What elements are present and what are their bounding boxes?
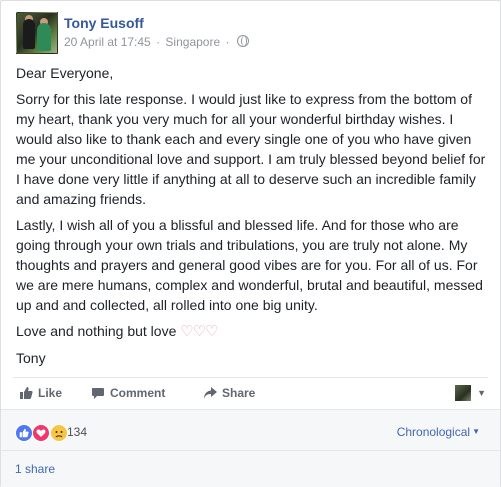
comment-button[interactable]: Comment bbox=[91, 384, 165, 402]
author-avatar[interactable] bbox=[16, 12, 58, 54]
comment-label: Comment bbox=[110, 386, 166, 400]
reaction-icons[interactable] bbox=[15, 424, 68, 442]
post-closing-line: Love and nothing but love ♡♡♡ bbox=[16, 321, 488, 342]
sort-label: Chronological bbox=[396, 425, 471, 439]
author-name[interactable]: Tony Eusoff bbox=[64, 15, 144, 31]
post-closing: Love and nothing but love bbox=[16, 323, 177, 339]
post-card: Tony Eusoff 20 April at 17:45 · Singapor… bbox=[0, 0, 501, 487]
post-actions: Like Comment Share ▼ bbox=[13, 377, 488, 408]
post-timestamp[interactable]: 20 April at 17:45 bbox=[64, 35, 151, 49]
post-body: Dear Everyone, Sorry for this late respo… bbox=[16, 63, 488, 374]
caret-down-icon: ▼ bbox=[472, 427, 480, 436]
post-meta: 20 April at 17:45 · Singapore · bbox=[64, 35, 249, 49]
like-button[interactable]: Like bbox=[19, 384, 62, 402]
globe-icon[interactable] bbox=[236, 35, 249, 47]
share-label: Share bbox=[222, 386, 256, 400]
comment-sort-dropdown[interactable]: Chronological ▼ bbox=[397, 425, 480, 439]
reaction-count[interactable]: 134 bbox=[67, 425, 87, 439]
meta-separator: · bbox=[156, 35, 161, 49]
love-reaction-icon bbox=[32, 424, 51, 442]
reactions-bar: 134 Chronological ▼ bbox=[1, 409, 500, 450]
thumbs-up-icon bbox=[20, 387, 33, 399]
caret-down-icon: ▼ bbox=[477, 387, 486, 398]
post-location[interactable]: Singapore bbox=[165, 35, 220, 49]
hearts-emoji-icon: ♡♡♡ bbox=[180, 323, 218, 340]
meta-separator-2: · bbox=[225, 35, 230, 49]
comment-icon bbox=[92, 388, 104, 399]
viewer-identity-toggle[interactable]: ▼ bbox=[454, 384, 486, 402]
post-header: Tony Eusoff 20 April at 17:45 · Singapor… bbox=[16, 12, 486, 56]
post-paragraph-2: Lastly, I wish all of you a blissful and… bbox=[16, 217, 483, 313]
post-greeting: Dear Everyone, bbox=[16, 65, 114, 81]
sad-reaction-icon bbox=[49, 424, 68, 442]
share-count-link[interactable]: 1 share bbox=[15, 462, 55, 476]
viewer-avatar bbox=[454, 384, 471, 401]
share-button[interactable]: Share bbox=[203, 384, 255, 402]
post-paragraph-1: Sorry for this late response. I would ju… bbox=[16, 91, 486, 207]
post-signature: Tony bbox=[16, 350, 46, 366]
shares-bar: 1 share bbox=[1, 450, 500, 487]
share-arrow-icon bbox=[204, 387, 217, 399]
like-reaction-icon bbox=[15, 424, 33, 442]
like-label: Like bbox=[38, 386, 63, 400]
